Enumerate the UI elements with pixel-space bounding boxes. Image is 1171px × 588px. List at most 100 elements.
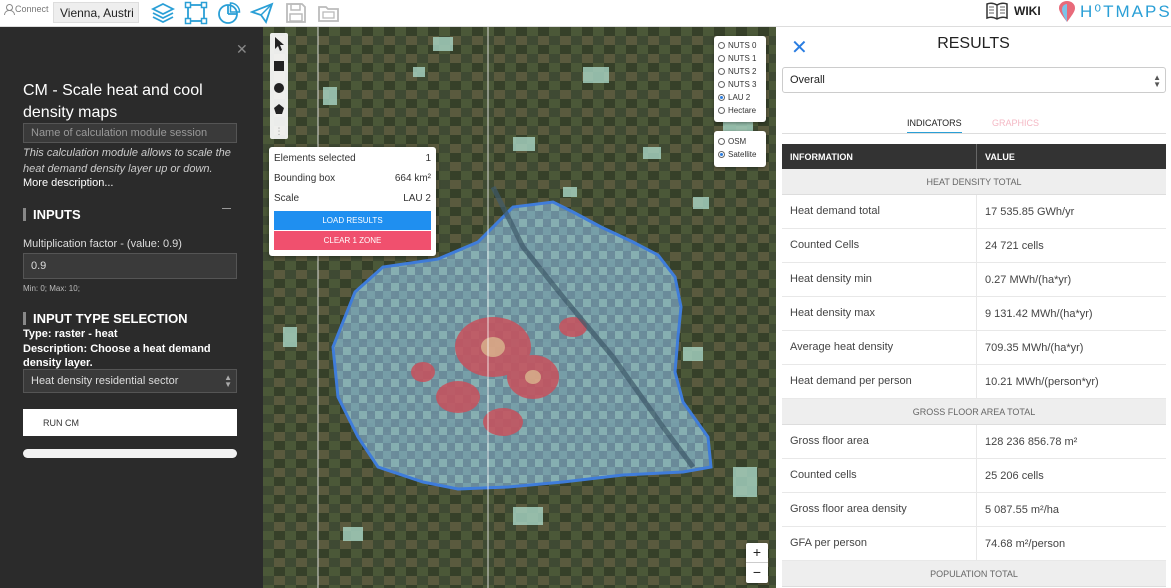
nuts-option[interactable]: Hectare (718, 104, 762, 117)
inputs-header: INPUTS (23, 207, 81, 222)
indicator-label: Gross floor area density (782, 493, 977, 526)
book-icon (986, 2, 1008, 20)
bounding-box-row: Bounding box 664 km² (274, 173, 431, 184)
indicator-label: Heat density min (782, 263, 977, 296)
table-row: Heat density max 9 131.42 MWh/(ha*yr) (782, 297, 1166, 331)
wiki-link[interactable]: WIKI (986, 2, 1041, 20)
indicator-value: 5 087.55 m²/ha (985, 504, 1059, 516)
connect-button[interactable]: Connect (4, 4, 49, 15)
nuts-level-selector: NUTS 0 NUTS 1 NUTS 2 NUTS 3 LAU 2 Hectar… (714, 36, 766, 122)
results-title: RESULTS (937, 35, 1010, 52)
indicator-value: 74.68 m²/person (985, 538, 1066, 550)
radio-icon (718, 55, 725, 62)
section-header: HEAT DENSITY TOTAL (782, 169, 1166, 195)
nuts-option[interactable]: NUTS 2 (718, 65, 762, 78)
radio-icon (718, 42, 725, 49)
wiki-label: WIKI (1014, 4, 1041, 18)
results-scope-select[interactable]: Overall ▲ ▼ (782, 67, 1166, 93)
radio-icon (718, 81, 725, 88)
selection-panel: Elements selected 1 Bounding box 664 km²… (269, 147, 436, 256)
logo-text: H⁰TMAPS (1080, 2, 1171, 21)
indicator-label: Average heat density (782, 331, 977, 364)
table-header: INFORMATION VALUE (782, 144, 1166, 169)
multiplication-factor-input[interactable]: 0.9 (23, 253, 237, 279)
table-row: Gross floor area density 5 087.55 m²/ha (782, 493, 1166, 527)
min-max-hint: Min: 0; Max: 10; (23, 284, 80, 293)
column-header-information: INFORMATION (782, 144, 977, 169)
user-icon (4, 4, 15, 15)
radio-icon (718, 68, 725, 75)
circle-draw-icon (274, 83, 284, 93)
radio-selected-icon (718, 151, 725, 158)
map-pin-icon (1059, 1, 1075, 22)
more-description-link[interactable]: More description... (23, 177, 113, 189)
top-bar: Connect Vienna, Austri WIKI H⁰TMAPS (0, 0, 1171, 27)
indicator-label: Heat demand per person (782, 365, 977, 398)
nuts-option[interactable]: NUTS 3 (718, 78, 762, 91)
indicator-value: 0.27 MWh/(ha*yr) (985, 274, 1072, 286)
indicator-value: 17 535.85 GWh/yr (985, 206, 1075, 218)
base-option[interactable]: Satellite (718, 148, 762, 161)
layer-select-value: Heat density residential sector (31, 375, 179, 387)
progress-bar (23, 449, 237, 458)
table-row: Gross floor area 128 236 856.78 m² (782, 425, 1166, 459)
input-description: Description: Choose a heat demand densit… (23, 343, 211, 369)
nuts-option[interactable]: NUTS 1 (718, 52, 762, 65)
indicator-value: 24 721 cells (985, 240, 1044, 252)
select-arrows-icon: ▲ ▼ (224, 373, 232, 389)
selection-area-icon[interactable] (184, 1, 208, 25)
tab-indicators[interactable]: INDICATORS (907, 118, 962, 134)
map-view[interactable]: ⋮ (263, 27, 776, 588)
cm-description: This calculation module allows to scale … (23, 147, 231, 175)
table-row: Heat demand total 17 535.85 GWh/yr (782, 195, 1166, 229)
table-row: Counted Cells 24 721 cells (782, 229, 1166, 263)
zoom-control: + − (746, 543, 768, 583)
run-cm-button[interactable]: RUN CM (23, 409, 237, 436)
indicator-value: 9 131.42 MWh/(ha*yr) (985, 308, 1093, 320)
svg-text:⋮: ⋮ (275, 127, 284, 137)
table-row: Heat density min 0.27 MWh/(ha*yr) (782, 263, 1166, 297)
send-icon[interactable] (250, 1, 274, 25)
save-icon[interactable] (284, 1, 308, 25)
indicator-label: GFA per person (782, 527, 977, 560)
nuts-option[interactable]: LAU 2 (718, 91, 762, 104)
base-option[interactable]: OSM (718, 135, 762, 148)
table-row: GFA per person 74.68 m²/person (782, 527, 1166, 561)
results-table: INFORMATION VALUE HEAT DENSITY TOTAL Heat… (782, 144, 1166, 587)
draw-tools: ⋮ (274, 37, 284, 137)
indicator-value: 10.21 MWh/(person*yr) (985, 376, 1099, 388)
clear-zone-button[interactable]: CLEAR 1 ZONE (274, 231, 431, 250)
input-type-line: Type: raster - heat (23, 328, 118, 340)
tab-graphics[interactable]: GRAPHICS (992, 118, 1039, 128)
folder-icon[interactable] (317, 1, 341, 25)
input-type-header: INPUT TYPE SELECTION (23, 311, 188, 326)
table-row: Counted cells 25 206 cells (782, 459, 1166, 493)
collapse-icon[interactable] (222, 208, 231, 209)
session-name-input[interactable]: Name of calculation module session (23, 123, 237, 143)
zoom-out-button[interactable]: − (746, 563, 768, 583)
close-icon[interactable]: ✕ (791, 35, 808, 60)
drawing-toolbar: ⋮ (270, 33, 288, 139)
indicator-label: Heat demand total (782, 195, 977, 228)
location-search-input[interactable]: Vienna, Austri (53, 2, 139, 23)
cm-title: CM - Scale heat and cool density maps (23, 82, 203, 121)
indicator-label: Counted cells (782, 459, 977, 492)
polygon-draw-icon (274, 104, 284, 114)
scale-row: Scale LAU 2 (274, 193, 431, 204)
load-results-button[interactable]: LOAD RESULTS (274, 211, 431, 230)
pie-chart-icon[interactable] (217, 1, 241, 25)
indicator-label: Counted Cells (782, 229, 977, 262)
layers-icon[interactable] (151, 1, 175, 25)
base-layer-selector: OSM Satellite (714, 131, 766, 167)
calculation-module-panel: ✕ CM - Scale heat and cool density maps … (0, 27, 263, 588)
table-row: Heat demand per person 10.21 MWh/(person*… (782, 365, 1166, 399)
layer-select[interactable]: Heat density residential sector ▲ ▼ (23, 369, 237, 393)
select-arrows-icon: ▲ ▼ (1153, 73, 1161, 89)
close-icon[interactable]: ✕ (236, 41, 248, 58)
table-row: Average heat density 709.35 MWh/(ha*yr) (782, 331, 1166, 365)
section-header: POPULATION TOTAL (782, 561, 1166, 587)
zoom-in-button[interactable]: + (746, 543, 768, 563)
column-header-value: VALUE (985, 152, 1015, 162)
results-panel: RESULTS ✕ Overall ▲ ▼ INDICATORS GRAPHICS… (776, 27, 1171, 588)
nuts-option[interactable]: NUTS 0 (718, 39, 762, 52)
